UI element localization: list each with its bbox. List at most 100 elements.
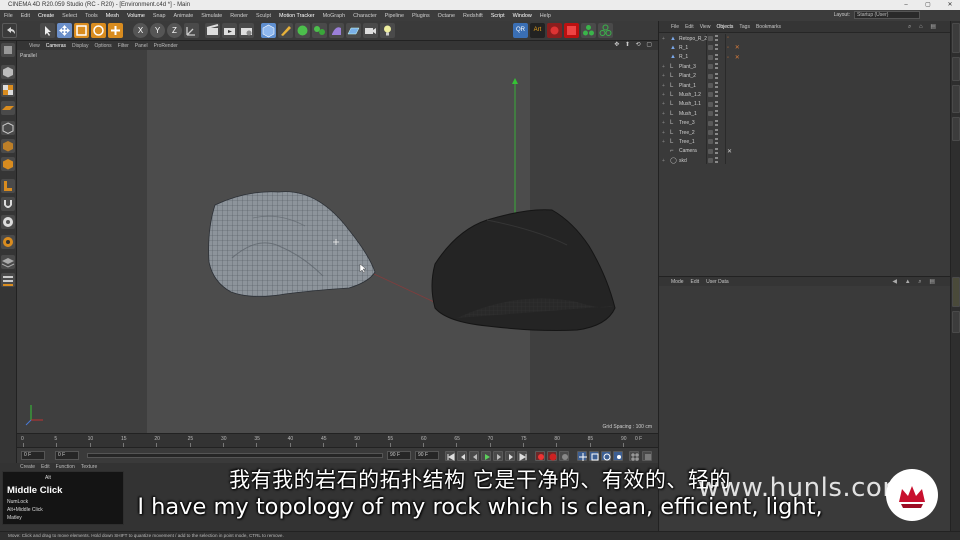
menu-animate[interactable]: Animate [170, 13, 198, 19]
vertical-tab-attributes[interactable] [952, 277, 960, 307]
x-axis-button[interactable]: X [133, 23, 148, 38]
current-frame-field[interactable]: 0 F [55, 451, 79, 460]
menu-pipeline[interactable]: Pipeline [381, 13, 408, 19]
am-menu-mode[interactable]: Mode [671, 279, 691, 285]
layer-swatch[interactable] [708, 73, 713, 79]
menu-script[interactable]: Script [487, 13, 509, 19]
object-row[interactable]: + L Plant_3 [659, 62, 951, 71]
menu-create[interactable]: Create [34, 13, 58, 19]
object-row[interactable]: + L Mush_1 [659, 109, 951, 118]
om-menu-edit[interactable]: Edit [685, 24, 700, 30]
coordinate-system-button[interactable] [184, 23, 199, 38]
tree-toggle-icon[interactable]: + [662, 92, 668, 98]
viewport-menu-options[interactable]: Options [91, 43, 114, 49]
frame-range-slider[interactable] [87, 453, 383, 458]
om-menu-objects[interactable]: Objects [716, 24, 739, 30]
y-axis-button[interactable]: Y [150, 23, 165, 38]
om-menu-view[interactable]: View [700, 24, 717, 30]
vertical-tab-structure[interactable] [952, 117, 960, 141]
layer-swatch[interactable] [708, 129, 713, 135]
tree-toggle-icon[interactable] [662, 45, 668, 51]
subdivision-button[interactable] [295, 23, 310, 38]
maximize-button[interactable]: ▢ [924, 0, 932, 10]
visibility-dots[interactable] [715, 44, 718, 51]
vertical-tab-layers[interactable] [952, 311, 960, 333]
visibility-dots[interactable] [715, 147, 718, 155]
make-editable-button[interactable] [1, 43, 15, 57]
menu-tools[interactable]: Tools [81, 13, 102, 19]
layer-swatch[interactable] [708, 36, 713, 41]
viewport-menu-filter[interactable]: Filter [115, 43, 132, 49]
wireframe-rock[interactable] [208, 191, 376, 297]
tree-toggle-icon[interactable]: + [662, 101, 668, 107]
object-name[interactable]: Tree_2 [679, 130, 711, 136]
param-key-button[interactable] [613, 451, 623, 461]
object-row[interactable]: + L Plant_1 [659, 81, 951, 90]
menu-render[interactable]: Render [226, 13, 252, 19]
menu-mesh[interactable]: Mesh [102, 13, 123, 19]
viewport[interactable]: Parallel Grid Spacing: 100 cm [17, 50, 658, 433]
layer-swatch[interactable] [708, 45, 713, 51]
max-frame-field[interactable]: 90 F [415, 451, 439, 460]
tree-toggle-icon[interactable]: + [662, 111, 668, 117]
object-tags[interactable]: ✕ [727, 148, 734, 155]
snap-button[interactable] [1, 197, 15, 211]
om-menu-bookmarks[interactable]: Bookmarks [756, 24, 787, 30]
start-frame-field[interactable]: 0 F [21, 451, 45, 460]
visibility-dots[interactable] [715, 128, 718, 136]
grid-stack-button[interactable] [1, 273, 15, 287]
object-name[interactable]: Mush_1.1 [679, 101, 711, 107]
plugin-b-button[interactable] [598, 23, 613, 38]
object-row[interactable]: + ◯ skd [659, 156, 951, 165]
minimize-button[interactable]: – [902, 0, 910, 10]
object-row[interactable]: + L Tree_1 [659, 137, 951, 146]
tree-toggle-icon[interactable]: + [662, 83, 668, 89]
layer-swatch[interactable] [708, 82, 713, 88]
render-view-button[interactable] [205, 23, 220, 38]
om-menu-tags[interactable]: Tags [739, 24, 756, 30]
plugin-a-button[interactable] [581, 23, 596, 38]
menu-character[interactable]: Character [349, 13, 381, 19]
om-toolbar-icons[interactable]: ⌕ ⌂ ▤ [908, 23, 945, 31]
render-picture-viewer-button[interactable] [222, 23, 237, 38]
vertical-tab-takes[interactable] [952, 57, 960, 81]
menu-mograph[interactable]: MoGraph [319, 13, 349, 19]
shaded-rock[interactable] [431, 209, 616, 331]
tree-toggle-icon[interactable]: + [662, 73, 668, 79]
object-row[interactable]: ▲ R_1 ◦ ✕ [659, 53, 951, 62]
move-tool-button[interactable] [57, 23, 72, 38]
vertical-tab-objects[interactable] [952, 23, 960, 53]
z-axis-button[interactable]: Z [167, 23, 182, 38]
object-row[interactable]: + L Mush_1.2 [659, 90, 951, 99]
array-button[interactable] [312, 23, 327, 38]
redshift-toggle-button[interactable] [547, 23, 562, 38]
uv-mode-button[interactable] [1, 179, 15, 193]
timeline-menu-button[interactable] [642, 451, 652, 461]
menu-simulate[interactable]: Simulate [197, 13, 226, 19]
object-name[interactable]: Camera [679, 148, 711, 154]
visibility-dots[interactable] [715, 100, 718, 108]
model-mode-button[interactable] [1, 65, 15, 79]
texture-mode-button[interactable] [1, 83, 15, 97]
prev-frame-button[interactable] [469, 451, 479, 461]
visibility-dots[interactable] [715, 91, 718, 98]
object-row[interactable]: ▲ R_1 ◦ ✕ [659, 43, 951, 52]
redshift-render-button[interactable] [564, 23, 579, 38]
workplane-button[interactable] [1, 101, 15, 115]
rotate-tool-button[interactable] [91, 23, 106, 38]
record-keys-button[interactable] [535, 451, 545, 461]
recent-tools-button[interactable] [108, 23, 123, 38]
viewport-menu-display[interactable]: Display [69, 43, 91, 49]
viewport-menu-prorender[interactable]: ProRender [151, 43, 181, 49]
object-tags[interactable]: ◦ [727, 35, 731, 41]
object-tags[interactable]: ◦ ✕ [727, 54, 742, 61]
menu-window[interactable]: Window [509, 13, 536, 19]
tree-toggle-icon[interactable]: + [662, 158, 668, 164]
layer-swatch[interactable] [708, 148, 713, 154]
live-selection-button[interactable] [40, 23, 55, 38]
object-name[interactable]: R_1 [679, 45, 711, 51]
scale-key-button[interactable] [589, 451, 599, 461]
object-tags[interactable]: ◦ ✕ [727, 44, 742, 51]
pla-key-button[interactable] [629, 451, 639, 461]
tree-toggle-icon[interactable]: + [662, 130, 668, 136]
